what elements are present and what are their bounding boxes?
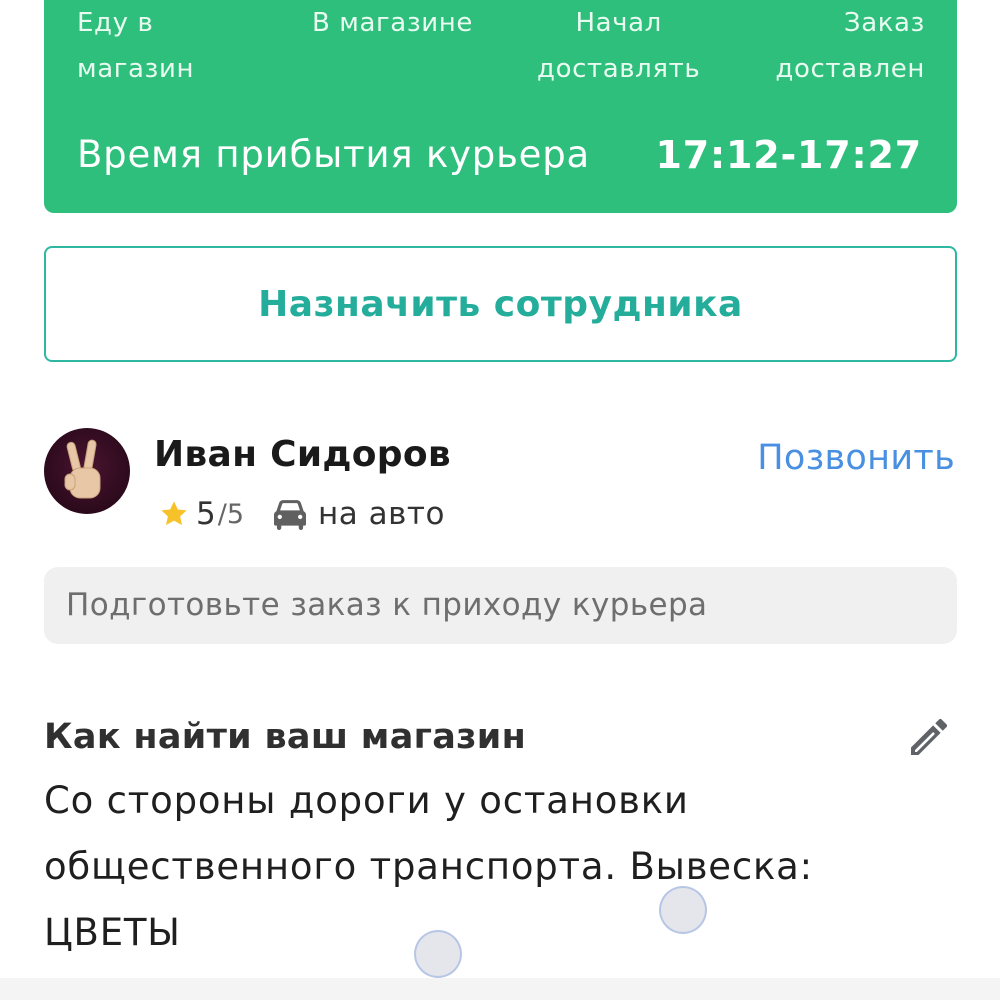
status-step-delivered: Заказ доставлен (775, 0, 925, 92)
step-line: Заказ (843, 8, 925, 38)
arrival-time-value: 17:12-17:27 (655, 133, 922, 177)
courier-rating-max: /5 (217, 498, 245, 530)
assign-employee-button[interactable]: Назначить сотрудника (44, 246, 957, 362)
status-step-en-route-to-store: Еду в магазин (77, 0, 194, 92)
pencil-icon[interactable] (905, 713, 953, 761)
courier-note-box: Подготовьте заказ к приходу курьера (44, 567, 957, 644)
directions-line: Со стороны дороги у остановки (44, 779, 689, 822)
touch-indicator (659, 886, 707, 934)
status-step-delivering: Начал доставлять (537, 0, 700, 92)
courier-rating: 5 (196, 496, 216, 532)
car-icon (274, 500, 307, 530)
step-line: В магазине (312, 8, 473, 38)
step-line: Еду в (77, 8, 154, 38)
directions-line: общественного транспорта. Вывеска: (44, 845, 813, 888)
courier-avatar (44, 428, 130, 514)
bottom-divider (0, 978, 1000, 1000)
step-line: доставлен (775, 54, 925, 84)
call-courier-link[interactable]: Позвонить (757, 430, 955, 486)
step-line: доставлять (537, 54, 701, 84)
step-line: Начал (575, 8, 662, 38)
courier-vehicle: на авто (318, 496, 445, 532)
courier-meta: 5 /5 на авто (158, 492, 445, 536)
step-line: магазин (77, 54, 195, 84)
delivery-status-card: Еду в магазин В магазине Начал доставлят… (44, 0, 957, 213)
order-status-screen: Еду в магазин В магазине Начал доставлят… (0, 0, 1000, 1000)
courier-name: Иван Сидоров (154, 434, 451, 475)
store-directions-text: Со стороны дороги у остановки общественн… (44, 768, 924, 966)
status-step-in-store: В магазине (312, 0, 473, 46)
courier-note-text: Подготовьте заказ к приходу курьера (66, 587, 708, 623)
store-directions-title: Как найти ваш магазин (44, 717, 527, 757)
directions-line: ЦВЕТЫ (44, 911, 181, 954)
touch-indicator (414, 930, 462, 978)
arrival-time-label: Время прибытия курьера (77, 133, 590, 176)
star-icon (161, 501, 187, 526)
victory-hand-icon (64, 439, 101, 499)
